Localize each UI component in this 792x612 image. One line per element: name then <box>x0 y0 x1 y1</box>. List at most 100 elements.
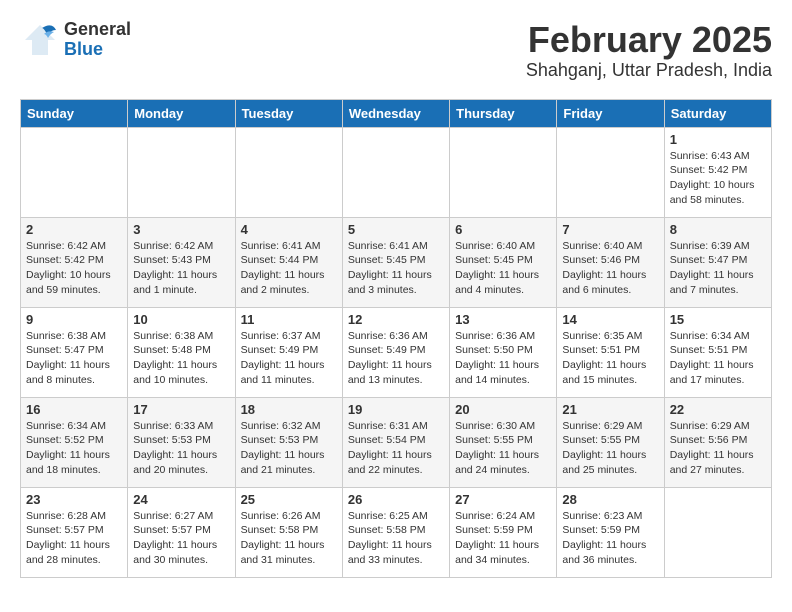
calendar-cell: 15 Sunrise: 6:34 AM Sunset: 5:51 PM Dayli… <box>664 307 771 397</box>
calendar-cell: 2 Sunrise: 6:42 AM Sunset: 5:42 PM Daylig… <box>21 217 128 307</box>
day-info: Sunrise: 6:33 AM Sunset: 5:53 PM Dayligh… <box>133 419 229 478</box>
col-header-monday: Monday <box>128 99 235 127</box>
calendar-cell: 6 Sunrise: 6:40 AM Sunset: 5:45 PM Daylig… <box>450 217 557 307</box>
col-header-friday: Friday <box>557 99 664 127</box>
calendar-cell: 7Sunrise: 6:40 AM Sunset: 5:46 PM Daylig… <box>557 217 664 307</box>
day-info: Sunrise: 6:29 AM Sunset: 5:56 PM Dayligh… <box>670 419 766 478</box>
day-number: 16 <box>26 402 122 417</box>
calendar-cell: 4 Sunrise: 6:41 AM Sunset: 5:44 PM Daylig… <box>235 217 342 307</box>
col-header-tuesday: Tuesday <box>235 99 342 127</box>
day-info: Sunrise: 6:25 AM Sunset: 5:58 PM Dayligh… <box>348 509 444 568</box>
day-info: Sunrise: 6:36 AM Sunset: 5:49 PM Dayligh… <box>348 329 444 388</box>
day-number: 21 <box>562 402 658 417</box>
day-info: Sunrise: 6:40 AM Sunset: 5:45 PM Dayligh… <box>455 239 551 298</box>
day-info: Sunrise: 6:42 AM Sunset: 5:42 PM Dayligh… <box>26 239 122 298</box>
day-number: 1 <box>670 132 766 147</box>
day-info: Sunrise: 6:23 AM Sunset: 5:59 PM Dayligh… <box>562 509 658 568</box>
day-info: Sunrise: 6:34 AM Sunset: 5:51 PM Dayligh… <box>670 329 766 388</box>
day-number: 2 <box>26 222 122 237</box>
day-number: 20 <box>455 402 551 417</box>
calendar-cell: 22 Sunrise: 6:29 AM Sunset: 5:56 PM Dayli… <box>664 397 771 487</box>
calendar-cell: 17 Sunrise: 6:33 AM Sunset: 5:53 PM Dayli… <box>128 397 235 487</box>
day-info: Sunrise: 6:40 AM Sunset: 5:46 PM Dayligh… <box>562 239 658 298</box>
day-number: 11 <box>241 312 337 327</box>
day-info: Sunrise: 6:37 AM Sunset: 5:49 PM Dayligh… <box>241 329 337 388</box>
day-info: Sunrise: 6:42 AM Sunset: 5:43 PM Dayligh… <box>133 239 229 298</box>
day-number: 27 <box>455 492 551 507</box>
day-number: 18 <box>241 402 337 417</box>
day-info: Sunrise: 6:34 AM Sunset: 5:52 PM Dayligh… <box>26 419 122 478</box>
day-number: 23 <box>26 492 122 507</box>
day-info: Sunrise: 6:27 AM Sunset: 5:57 PM Dayligh… <box>133 509 229 568</box>
calendar-cell: 21 Sunrise: 6:29 AM Sunset: 5:55 PM Dayli… <box>557 397 664 487</box>
day-number: 25 <box>241 492 337 507</box>
day-number: 28 <box>562 492 658 507</box>
calendar-header: February 2025 Shahganj, Uttar Pradesh, I… <box>526 20 772 81</box>
calendar-cell <box>450 127 557 217</box>
day-info: Sunrise: 6:39 AM Sunset: 5:47 PM Dayligh… <box>670 239 766 298</box>
logo: General Blue <box>20 20 131 60</box>
location-subtitle: Shahganj, Uttar Pradesh, India <box>526 60 772 81</box>
calendar-cell: 8 Sunrise: 6:39 AM Sunset: 5:47 PM Daylig… <box>664 217 771 307</box>
col-header-saturday: Saturday <box>664 99 771 127</box>
calendar-cell <box>557 127 664 217</box>
calendar-cell: 16 Sunrise: 6:34 AM Sunset: 5:52 PM Dayli… <box>21 397 128 487</box>
calendar-cell <box>342 127 449 217</box>
day-number: 17 <box>133 402 229 417</box>
day-number: 5 <box>348 222 444 237</box>
day-info: Sunrise: 6:35 AM Sunset: 5:51 PM Dayligh… <box>562 329 658 388</box>
calendar-cell: 28 Sunrise: 6:23 AM Sunset: 5:59 PM Dayli… <box>557 487 664 577</box>
calendar-cell: 10 Sunrise: 6:38 AM Sunset: 5:48 PM Dayli… <box>128 307 235 397</box>
calendar-cell: 13 Sunrise: 6:36 AM Sunset: 5:50 PM Dayli… <box>450 307 557 397</box>
day-info: Sunrise: 6:32 AM Sunset: 5:53 PM Dayligh… <box>241 419 337 478</box>
calendar-cell: 11 Sunrise: 6:37 AM Sunset: 5:49 PM Dayli… <box>235 307 342 397</box>
day-number: 12 <box>348 312 444 327</box>
day-info: Sunrise: 6:29 AM Sunset: 5:55 PM Dayligh… <box>562 419 658 478</box>
calendar-cell: 23 Sunrise: 6:28 AM Sunset: 5:57 PM Dayli… <box>21 487 128 577</box>
day-info: Sunrise: 6:38 AM Sunset: 5:47 PM Dayligh… <box>26 329 122 388</box>
day-number: 3 <box>133 222 229 237</box>
calendar-cell: 25 Sunrise: 6:26 AM Sunset: 5:58 PM Dayli… <box>235 487 342 577</box>
calendar-table: SundayMondayTuesdayWednesdayThursdayFrid… <box>20 99 772 578</box>
calendar-cell: 14 Sunrise: 6:35 AM Sunset: 5:51 PM Dayli… <box>557 307 664 397</box>
day-info: Sunrise: 6:31 AM Sunset: 5:54 PM Dayligh… <box>348 419 444 478</box>
day-number: 4 <box>241 222 337 237</box>
day-number: 15 <box>670 312 766 327</box>
day-info: Sunrise: 6:36 AM Sunset: 5:50 PM Dayligh… <box>455 329 551 388</box>
day-number: 9 <box>26 312 122 327</box>
day-number: 26 <box>348 492 444 507</box>
calendar-cell: 18 Sunrise: 6:32 AM Sunset: 5:53 PM Dayli… <box>235 397 342 487</box>
day-number: 6 <box>455 222 551 237</box>
col-header-wednesday: Wednesday <box>342 99 449 127</box>
day-number: 19 <box>348 402 444 417</box>
month-year-title: February 2025 <box>526 20 772 60</box>
day-number: 8 <box>670 222 766 237</box>
calendar-cell: 20 Sunrise: 6:30 AM Sunset: 5:55 PM Dayli… <box>450 397 557 487</box>
calendar-cell: 9 Sunrise: 6:38 AM Sunset: 5:47 PM Daylig… <box>21 307 128 397</box>
day-number: 14 <box>562 312 658 327</box>
day-info: Sunrise: 6:38 AM Sunset: 5:48 PM Dayligh… <box>133 329 229 388</box>
day-info: Sunrise: 6:26 AM Sunset: 5:58 PM Dayligh… <box>241 509 337 568</box>
calendar-cell: 26 Sunrise: 6:25 AM Sunset: 5:58 PM Dayli… <box>342 487 449 577</box>
day-info: Sunrise: 6:24 AM Sunset: 5:59 PM Dayligh… <box>455 509 551 568</box>
day-info: Sunrise: 6:30 AM Sunset: 5:55 PM Dayligh… <box>455 419 551 478</box>
day-number: 24 <box>133 492 229 507</box>
day-number: 13 <box>455 312 551 327</box>
logo-blue-text: Blue <box>64 40 131 60</box>
day-info: Sunrise: 6:41 AM Sunset: 5:45 PM Dayligh… <box>348 239 444 298</box>
day-info: Sunrise: 6:28 AM Sunset: 5:57 PM Dayligh… <box>26 509 122 568</box>
col-header-sunday: Sunday <box>21 99 128 127</box>
day-number: 22 <box>670 402 766 417</box>
col-header-thursday: Thursday <box>450 99 557 127</box>
calendar-cell <box>664 487 771 577</box>
calendar-cell <box>21 127 128 217</box>
day-info: Sunrise: 6:43 AM Sunset: 5:42 PM Dayligh… <box>670 149 766 208</box>
calendar-cell: 24 Sunrise: 6:27 AM Sunset: 5:57 PM Dayli… <box>128 487 235 577</box>
calendar-cell: 27 Sunrise: 6:24 AM Sunset: 5:59 PM Dayli… <box>450 487 557 577</box>
calendar-cell <box>128 127 235 217</box>
day-info: Sunrise: 6:41 AM Sunset: 5:44 PM Dayligh… <box>241 239 337 298</box>
calendar-cell <box>235 127 342 217</box>
calendar-cell: 3 Sunrise: 6:42 AM Sunset: 5:43 PM Daylig… <box>128 217 235 307</box>
logo-general-text: General <box>64 20 131 40</box>
day-number: 10 <box>133 312 229 327</box>
